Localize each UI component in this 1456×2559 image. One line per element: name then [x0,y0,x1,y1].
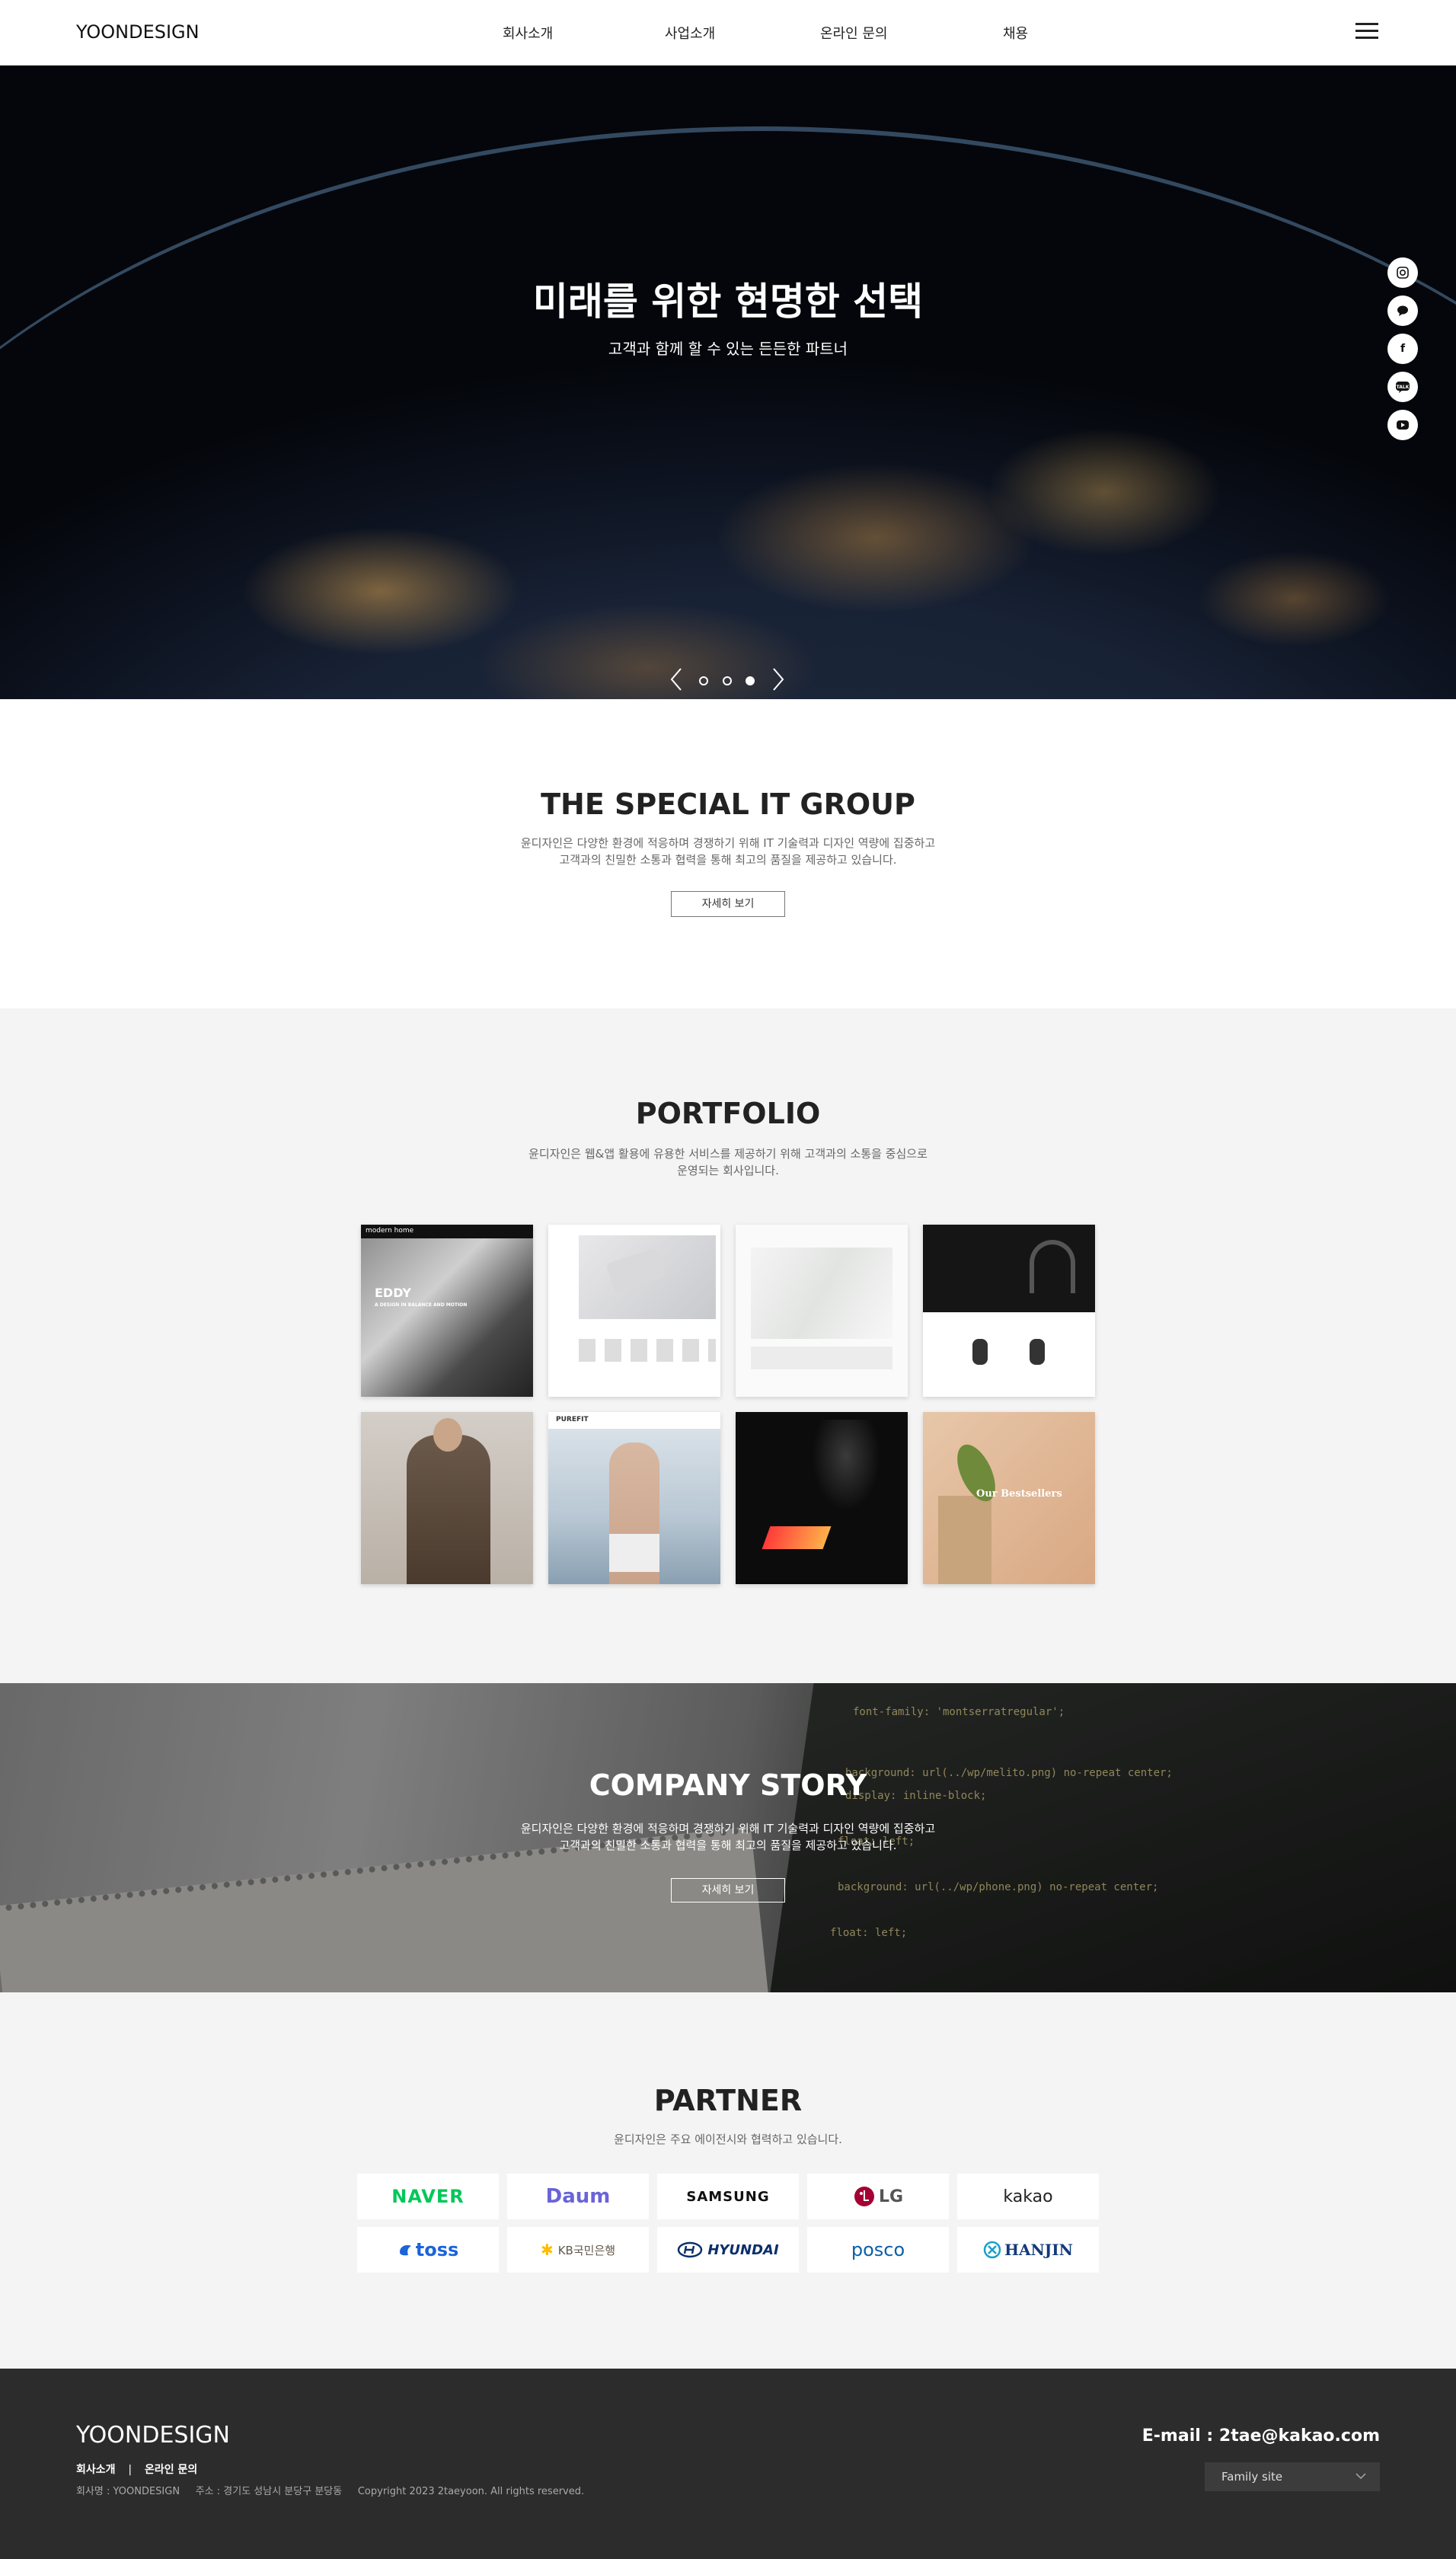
portfolio-item[interactable] [736,1225,908,1397]
portfolio-item[interactable]: modern home EDDY A DESIGN IN BALANCE AND… [361,1225,533,1397]
portfolio-desc-line1: 윤디자인은 웹&앱 활용에 유용한 서비스를 제공하기 위해 고객과의 소통을 … [528,1147,928,1161]
footer-company-info: 회사명 : YOONDESIGN 주소 : 경기도 성남시 분당구 분당동 Co… [76,2486,585,2497]
partner-logo-kb[interactable]: ✱ KB국민은행 [507,2227,649,2273]
site-footer: YOONDESIGN 회사소개 | 온라인 문의 회사명 : YOONDESIG… [0,2369,1456,2559]
portfolio-item[interactable]: Our Bestsellers [923,1412,1095,1584]
chat-bubble-icon[interactable] [1387,296,1418,326]
partner-logo-naver[interactable]: NAVER [357,2174,499,2219]
portfolio-item[interactable]: PUREFIT [548,1412,720,1584]
portfolio-item-label: Our Bestsellers [976,1488,1062,1500]
footer-email: E-mail : 2tae@kakao.com [1141,2426,1380,2446]
partner-logo-lg[interactable]: LG [807,2174,949,2219]
hamburger-menu-icon[interactable] [1355,23,1378,41]
portfolio-item-sub: A DESIGN IN BALANCE AND MOTION [375,1302,468,1308]
hero-title: 미래를 위한 현명한 선택 [532,280,924,324]
partner-logo-toss-text: toss [415,2239,459,2260]
footer-link-company[interactable]: 회사소개 [76,2464,116,2476]
portfolio-item[interactable] [736,1412,908,1584]
company-story-section: font-family: 'montserratregular'; backgr… [0,1683,1456,1992]
story-more-button[interactable]: 자세히 보기 [671,1878,785,1902]
nav-item-company[interactable]: 회사소개 [503,23,553,43]
partner-logo-kb-text: KB국민은행 [557,2243,616,2257]
svg-text:TALK: TALK [1397,385,1410,390]
footer-links: 회사소개 | 온라인 문의 [76,2462,197,2477]
partner-logo-samsung[interactable]: SAMSUNG [657,2174,799,2219]
hero-subtitle: 고객과 함께 할 수 있는 든든한 파트너 [608,340,848,358]
chevron-down-icon [1355,2462,1366,2491]
nav-item-business[interactable]: 사업소개 [665,23,715,43]
kb-star-icon: ✱ [540,2241,554,2259]
family-site-label: Family site [1221,2470,1283,2484]
partner-logo-hanjin[interactable]: HANJIN [957,2227,1099,2273]
story-title: COMPANY STORY [589,1768,867,1802]
slide-dot-3[interactable] [746,676,755,685]
slide-pager [0,667,1456,698]
partner-logo-hanjin-text: HANJIN [1004,2241,1073,2259]
slide-dot-1[interactable] [699,676,708,685]
partner-logo-lg-text: LG [878,2187,904,2206]
special-more-button[interactable]: 자세히 보기 [671,891,785,917]
footer-link-inquiry[interactable]: 온라인 문의 [145,2464,197,2476]
partner-logo-hyundai[interactable]: HYUNDAI [657,2227,799,2273]
site-header: YOONDESIGN 회사소개 사업소개 온라인 문의 채용 [0,0,1456,65]
slide-dot-2[interactable] [723,676,732,685]
prev-slide-icon[interactable] [670,667,682,697]
portfolio-item[interactable] [361,1412,533,1584]
facebook-icon[interactable]: f [1387,334,1418,364]
special-desc-line2: 고객과의 친밀한 소통과 협력을 통해 최고의 품질을 제공하고 있습니다. [559,853,897,867]
partner-title: PARTNER [653,2084,803,2117]
partner-logo-kakao[interactable]: kakao [957,2174,1099,2219]
partner-logo-daum[interactable]: Daum [507,2174,649,2219]
family-site-select[interactable]: Family site [1205,2462,1380,2491]
portfolio-item[interactable] [548,1225,720,1397]
instagram-icon[interactable] [1387,257,1418,288]
special-title: THE SPECIAL IT GROUP [541,788,915,821]
nav-item-inquiry[interactable]: 온라인 문의 [820,23,888,43]
partner-logo-toss[interactable]: toss [357,2227,499,2273]
portfolio-section: PORTFOLIO 윤디자인은 웹&앱 활용에 유용한 서비스를 제공하기 위해… [0,1008,1456,1683]
earth-horizon [0,126,1456,699]
portfolio-desc-line2: 운영되는 회사입니다. [677,1164,779,1177]
next-slide-icon[interactable] [772,667,784,697]
site-logo[interactable]: YOONDESIGN [76,21,200,43]
story-desc-line1: 윤디자인은 다양한 환경에 적응하며 경쟁하기 위해 IT 기술력과 디자인 역… [520,1822,936,1835]
partner-logo-posco[interactable]: posco [807,2227,949,2273]
story-desc-line2: 고객과의 친밀한 소통과 협력을 통해 최고의 품질을 제공하고 있습니다. [559,1839,897,1852]
special-desc-line1: 윤디자인은 다양한 환경에 적응하며 경쟁하기 위해 IT 기술력과 디자인 역… [520,836,936,850]
portfolio-item-label: EDDY [375,1286,411,1300]
footer-link-separator: | [128,2464,133,2476]
nav-item-recruit[interactable]: 채용 [1003,23,1028,43]
partner-desc: 윤디자인은 주요 에이전시와 협력하고 있습니다. [614,2132,842,2146]
portfolio-item-header: PUREFIT [556,1416,589,1423]
portfolio-title: PORTFOLIO [635,1097,821,1130]
partner-section: PARTNER 윤디자인은 주요 에이전시와 협력하고 있습니다. NAVER … [0,1992,1456,2369]
footer-logo[interactable]: YOONDESIGN [76,2422,230,2449]
talk-icon[interactable]: TALK [1387,372,1418,402]
youtube-icon[interactable] [1387,410,1418,440]
portfolio-item[interactable] [923,1225,1095,1397]
hero-banner: 미래를 위한 현명한 선택 고객과 함께 할 수 있는 든든한 파트너 f TA… [0,65,1456,699]
portfolio-item-header: modern home [366,1227,414,1235]
partner-logo-hyundai-text: HYUNDAI [707,2241,779,2258]
